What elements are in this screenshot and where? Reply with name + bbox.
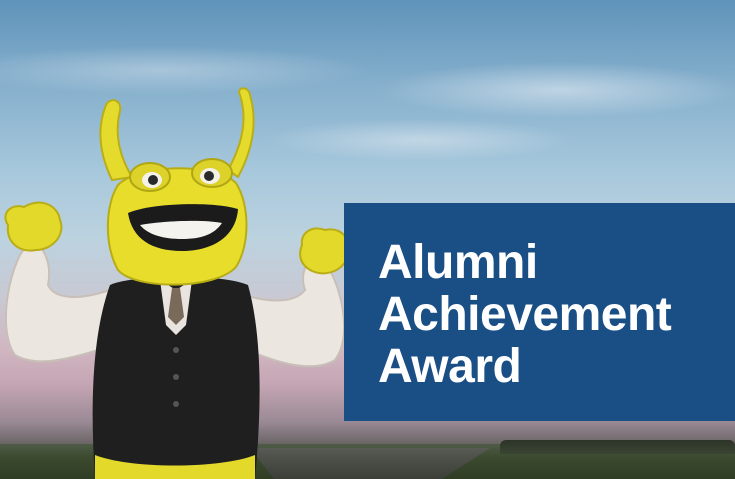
vest-button [173, 374, 179, 380]
right-antenna [226, 87, 255, 179]
banner-line-1: Alumni [378, 236, 538, 289]
right-glove [299, 227, 350, 275]
vest-button [173, 401, 179, 407]
hero-photo: Alumni Achievement Award [0, 0, 735, 479]
banner-line-2: Achievement [378, 288, 672, 341]
slug-mascot [4, 87, 350, 479]
left-antenna [99, 99, 134, 182]
vest-button [173, 347, 179, 353]
right-pupil [204, 171, 214, 181]
left-pupil [148, 175, 158, 185]
left-glove [4, 201, 63, 252]
treeline [500, 440, 735, 454]
award-banner: Alumni Achievement Award [344, 203, 735, 421]
banner-line-3: Award [378, 340, 522, 393]
